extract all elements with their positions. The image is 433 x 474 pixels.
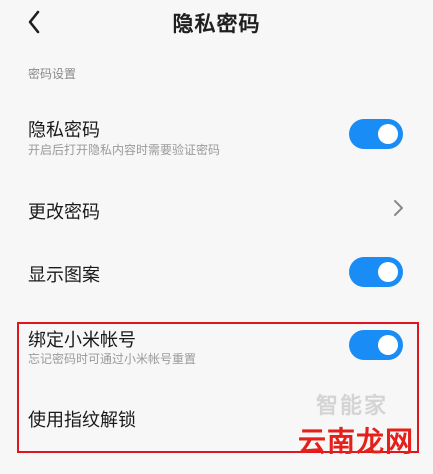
setting-sublabel: 开启后打开隐私内容时需要验证密码 <box>28 143 221 157</box>
page-title: 隐私密码 <box>172 12 261 36</box>
section-title: 密码设置 <box>28 67 77 81</box>
setting-label: 隐私密码 <box>28 120 100 141</box>
toggle-knob <box>378 124 398 144</box>
header-bar: 隐私密码 <box>0 0 433 48</box>
setting-label: 更改密码 <box>28 202 100 223</box>
setting-row-show-pattern[interactable]: 显示图案 <box>0 250 433 294</box>
watermark-icon: 智能家 <box>316 394 389 419</box>
privacy-password-toggle[interactable] <box>349 119 403 149</box>
chevron-right-icon <box>394 200 403 216</box>
watermark-text: 云南龙网 <box>298 425 415 458</box>
setting-row-privacy-password[interactable]: 隐私密码 开启后打开隐私内容时需要验证密码 <box>0 108 433 168</box>
show-pattern-toggle[interactable] <box>349 257 403 287</box>
setting-row-change-password[interactable]: 更改密码 <box>0 188 433 228</box>
setting-label: 显示图案 <box>28 265 100 286</box>
toggle-knob <box>378 262 398 282</box>
